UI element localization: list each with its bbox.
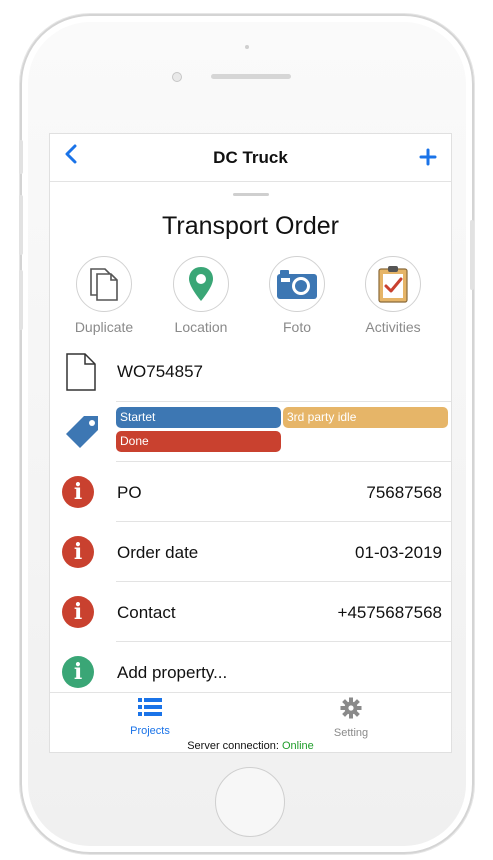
tab-bar: Projects Setting	[50, 692, 451, 740]
sheet-grabber[interactable]	[233, 193, 269, 196]
duplicate-button[interactable]: Duplicate	[56, 256, 152, 335]
tab-label: Setting	[333, 727, 369, 739]
document-icon	[65, 352, 97, 397]
page-title: Transport Order	[162, 212, 339, 240]
activities-button[interactable]: Activities	[345, 256, 441, 335]
foto-button[interactable]: Foto	[249, 256, 345, 335]
add-property-label: Add property...	[117, 663, 228, 682]
info-icon: i	[62, 476, 94, 508]
navigation-bar: DC Truck	[50, 134, 451, 182]
gear-icon	[340, 697, 362, 719]
action-label: Location	[174, 319, 228, 335]
list-icon	[138, 698, 162, 716]
plus-icon[interactable]	[419, 142, 437, 173]
server-connection-status: Server connection: Online	[50, 740, 451, 752]
proximity-sensor	[172, 72, 182, 82]
tab-projects[interactable]: Projects	[90, 697, 210, 737]
property-value: 01-03-2019	[355, 543, 442, 562]
order-number-row[interactable]: WO754857	[50, 340, 451, 402]
status-prefix: Server connection:	[187, 740, 279, 752]
location-pin-icon	[173, 256, 229, 312]
volume-down-button	[19, 270, 23, 330]
volume-up-button	[19, 195, 23, 255]
property-value: 75687568	[366, 483, 442, 502]
power-button	[470, 220, 474, 290]
info-icon: i	[62, 656, 94, 688]
nav-title: DC Truck	[213, 148, 288, 167]
duplicate-icon	[76, 256, 132, 312]
info-icon: i	[62, 536, 94, 568]
tags-row[interactable]: Startet 3rd party idle Done	[50, 402, 451, 462]
action-label: Duplicate	[74, 319, 134, 335]
location-button[interactable]: Location	[153, 256, 249, 335]
home-button[interactable]	[215, 767, 285, 837]
camera-icon	[269, 256, 325, 312]
earpiece-speaker	[211, 74, 291, 79]
tab-label: Projects	[130, 725, 170, 737]
tab-setting[interactable]: Setting	[291, 697, 411, 739]
tag-icon	[62, 414, 102, 455]
mute-switch	[19, 140, 23, 174]
action-label: Foto	[282, 319, 311, 335]
property-key: Contact	[117, 603, 176, 622]
action-label: Activities	[365, 319, 421, 335]
property-row-contact[interactable]: i Contact +4575687568	[50, 582, 451, 642]
order-number: WO754857	[117, 362, 203, 381]
clipboard-check-icon	[365, 256, 421, 312]
action-bar: Duplicate Location Foto Activities	[50, 256, 451, 338]
property-key: PO	[117, 483, 142, 502]
property-row-order-date[interactable]: i Order date 01-03-2019	[50, 522, 451, 582]
info-icon: i	[62, 596, 94, 628]
front-camera	[245, 45, 249, 49]
property-key: Order date	[117, 543, 199, 562]
app-screen: DC Truck Transport Order Duplicate Locat…	[49, 133, 452, 753]
status-tag-3rd-party-idle[interactable]: 3rd party idle	[283, 407, 448, 428]
property-value: +4575687568	[337, 603, 442, 622]
status-tag-done[interactable]: Done	[116, 431, 281, 452]
property-row-po[interactable]: i PO 75687568	[50, 462, 451, 522]
status-tag-startet[interactable]: Startet	[116, 407, 281, 428]
status-online: Online	[281, 740, 314, 752]
